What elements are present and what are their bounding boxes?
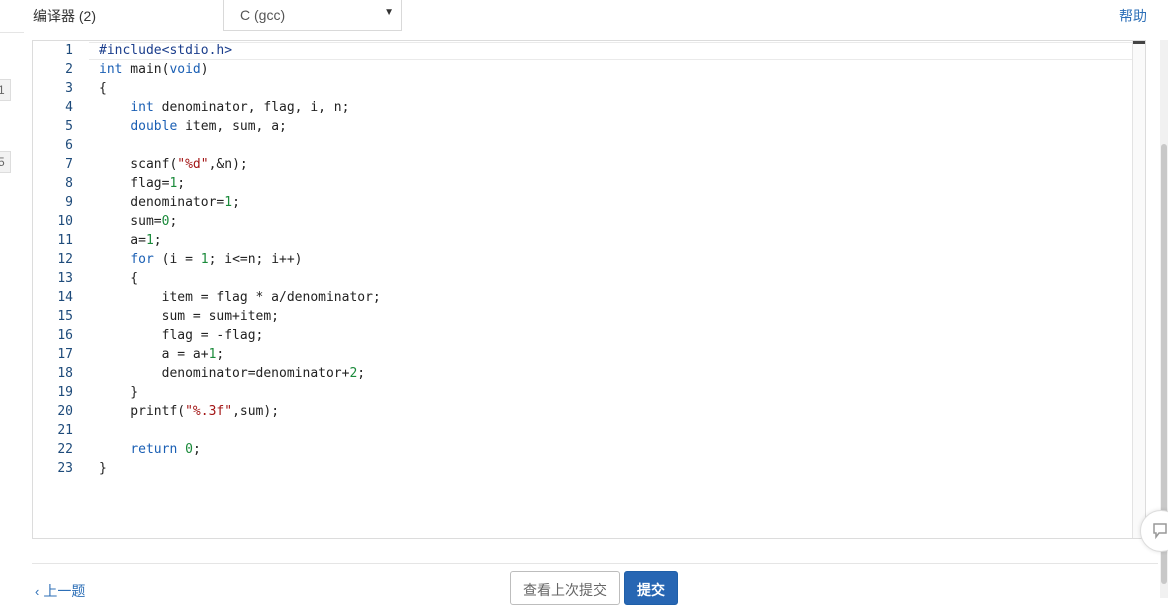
view-last-submission-button[interactable]: 查看上次提交 bbox=[510, 571, 620, 605]
code-text[interactable]: { bbox=[99, 79, 107, 98]
dropdown-arrow-icon: ▼ bbox=[384, 7, 394, 18]
line-number: 21 bbox=[57, 423, 73, 438]
code-text[interactable]: } bbox=[99, 383, 138, 402]
code-text[interactable]: sum=0; bbox=[99, 212, 177, 231]
code-text[interactable]: denominator=1; bbox=[99, 193, 240, 212]
code-text[interactable]: double item, sum, a; bbox=[99, 117, 287, 136]
line-number: 13 bbox=[57, 271, 73, 286]
left-stub-2[interactable]: 5 bbox=[0, 151, 11, 173]
line-number: 18 bbox=[57, 366, 73, 381]
line-number: 8 bbox=[65, 176, 73, 191]
code-text[interactable]: int main(void) bbox=[99, 60, 209, 79]
code-text[interactable]: int denominator, flag, i, n; bbox=[99, 98, 349, 117]
help-link[interactable]: 帮助 bbox=[1119, 6, 1147, 26]
line-number: 5 bbox=[65, 119, 73, 134]
line-number: 11 bbox=[57, 233, 73, 248]
prev-question-label: 上一题 bbox=[43, 583, 86, 599]
language-selected-value: C (gcc) bbox=[240, 7, 286, 23]
left-edge-panel: 1 5 bbox=[0, 0, 26, 598]
code-editor[interactable]: 1 #include<stdio.h> 2 int main(void) 3 {4 int… bbox=[32, 40, 1146, 539]
chevron-left-icon: ‹ bbox=[35, 584, 40, 599]
line-number: 1 bbox=[65, 43, 73, 58]
feedback-button[interactable] bbox=[1140, 510, 1168, 552]
active-line-highlight bbox=[89, 42, 1133, 60]
line-number: 23 bbox=[57, 461, 73, 476]
code-text[interactable]: flag = -flag; bbox=[99, 326, 264, 345]
code-text[interactable]: item = flag * a/denominator; bbox=[99, 288, 381, 307]
line-number: 15 bbox=[57, 309, 73, 324]
left-edge-divider bbox=[0, 32, 24, 33]
line-number: 16 bbox=[57, 328, 73, 343]
editor-scrollbar[interactable] bbox=[1132, 41, 1145, 538]
line-number: 4 bbox=[65, 100, 73, 115]
line-number: 6 bbox=[65, 138, 73, 153]
compiler-label: 编译器 (2) bbox=[33, 8, 96, 24]
line-number: 3 bbox=[65, 81, 73, 96]
line-number: 20 bbox=[57, 404, 73, 419]
code-text[interactable]: return 0; bbox=[99, 440, 200, 459]
code-text[interactable]: printf("%.3f",sum); bbox=[99, 402, 279, 421]
code-text[interactable]: for (i = 1; i<=n; i++) bbox=[99, 250, 302, 269]
submit-button[interactable]: 提交 bbox=[624, 571, 678, 605]
prev-question-link[interactable]: ‹ 上一题 bbox=[35, 581, 85, 601]
line-number: 2 bbox=[65, 62, 73, 77]
line-number: 12 bbox=[57, 252, 73, 267]
code-text[interactable]: sum = sum+item; bbox=[99, 307, 279, 326]
line-number: 10 bbox=[57, 214, 73, 229]
code-text[interactable]: a = a+1; bbox=[99, 345, 225, 364]
code-text[interactable]: } bbox=[99, 459, 107, 478]
line-number: 22 bbox=[57, 442, 73, 457]
code-text[interactable]: #include<stdio.h> bbox=[99, 41, 232, 60]
code-text[interactable]: scanf("%d",&n); bbox=[99, 155, 247, 174]
code-text[interactable]: flag=1; bbox=[99, 174, 185, 193]
footer-divider bbox=[32, 563, 1158, 564]
code-text[interactable]: denominator=denominator+2; bbox=[99, 364, 366, 383]
line-number: 17 bbox=[57, 347, 73, 362]
left-stub-1[interactable]: 1 bbox=[0, 79, 11, 101]
language-select[interactable]: C (gcc) ▼ bbox=[223, 0, 402, 31]
line-number: 14 bbox=[57, 290, 73, 305]
code-text[interactable]: { bbox=[99, 269, 138, 288]
line-number: 19 bbox=[57, 385, 73, 400]
line-number: 7 bbox=[65, 157, 73, 172]
feedback-icon bbox=[1153, 523, 1167, 540]
code-text[interactable]: a=1; bbox=[99, 231, 161, 250]
line-number: 9 bbox=[65, 195, 73, 210]
